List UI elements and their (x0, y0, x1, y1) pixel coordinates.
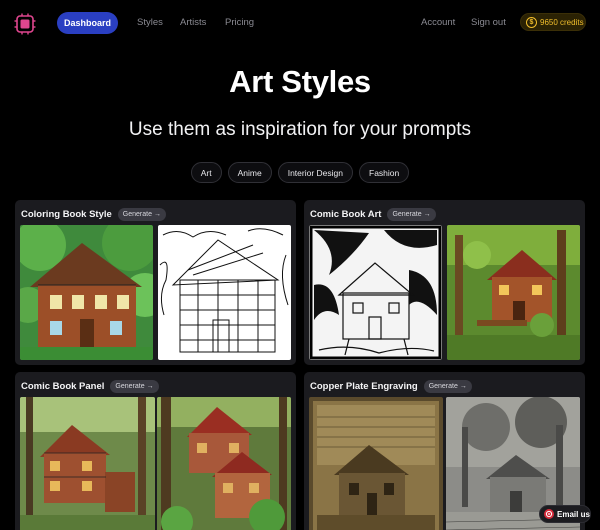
email-us-label: Email us (557, 509, 590, 519)
style-preview-image[interactable] (20, 225, 153, 360)
arrow-right-icon: → (459, 382, 467, 390)
filter-chip-interior-design[interactable]: Interior Design (277, 162, 353, 183)
style-card-title: Comic Book Art (310, 208, 382, 220)
filter-chip-art[interactable]: Art (190, 162, 222, 183)
generate-button[interactable]: Generate → (110, 379, 159, 393)
style-card-title: Comic Book Panel (21, 380, 105, 392)
nav-sign-out-link[interactable]: Sign out (471, 17, 506, 28)
category-filters: Art Anime Interior Design Fashion (0, 162, 600, 183)
style-preview-image[interactable] (157, 397, 291, 530)
nav-account-link[interactable]: Account (421, 17, 455, 28)
arrow-right-icon: → (146, 382, 154, 390)
nav-styles-link[interactable]: Styles (137, 17, 163, 28)
page-title: Art Styles (229, 64, 371, 99)
email-icon (544, 509, 554, 519)
style-preview-image[interactable] (447, 225, 580, 360)
credits-badge[interactable]: $ 9650 credits (520, 13, 586, 31)
generate-button[interactable]: Generate → (387, 207, 436, 221)
coin-icon: $ (526, 16, 537, 28)
filter-chip-anime[interactable]: Anime (227, 162, 272, 183)
style-preview-image[interactable] (309, 397, 443, 530)
arrow-right-icon: → (423, 210, 431, 218)
email-us-button[interactable]: Email us (539, 505, 591, 523)
generate-button[interactable]: Generate → (117, 207, 166, 221)
filter-chip-fashion[interactable]: Fashion (359, 162, 410, 183)
style-card-comic-book-art[interactable]: Comic Book Art Generate → (304, 200, 585, 365)
credits-label: 9650 credits (540, 17, 584, 27)
arrow-right-icon: → (153, 210, 161, 218)
top-nav: Dashboard Styles Artists Pricing Account… (0, 0, 600, 46)
logo-icon[interactable] (14, 13, 36, 35)
nav-dashboard-button[interactable]: Dashboard (57, 12, 118, 34)
style-card-comic-book-panel[interactable]: Comic Book Panel Generate → (15, 372, 296, 530)
style-card-coloring-book[interactable]: Coloring Book Style Generate → (15, 200, 296, 365)
page-subtitle: Use them as inspiration for your prompts (128, 119, 472, 140)
style-preview-image[interactable] (20, 397, 155, 530)
nav-pricing-link[interactable]: Pricing (225, 17, 254, 28)
nav-artists-link[interactable]: Artists (180, 17, 206, 28)
style-preview-image[interactable] (309, 225, 442, 360)
style-card-title: Coloring Book Style (21, 208, 112, 220)
generate-button[interactable]: Generate → (423, 379, 472, 393)
style-preview-image[interactable] (158, 225, 291, 360)
style-card-title: Copper Plate Engraving (310, 380, 418, 392)
